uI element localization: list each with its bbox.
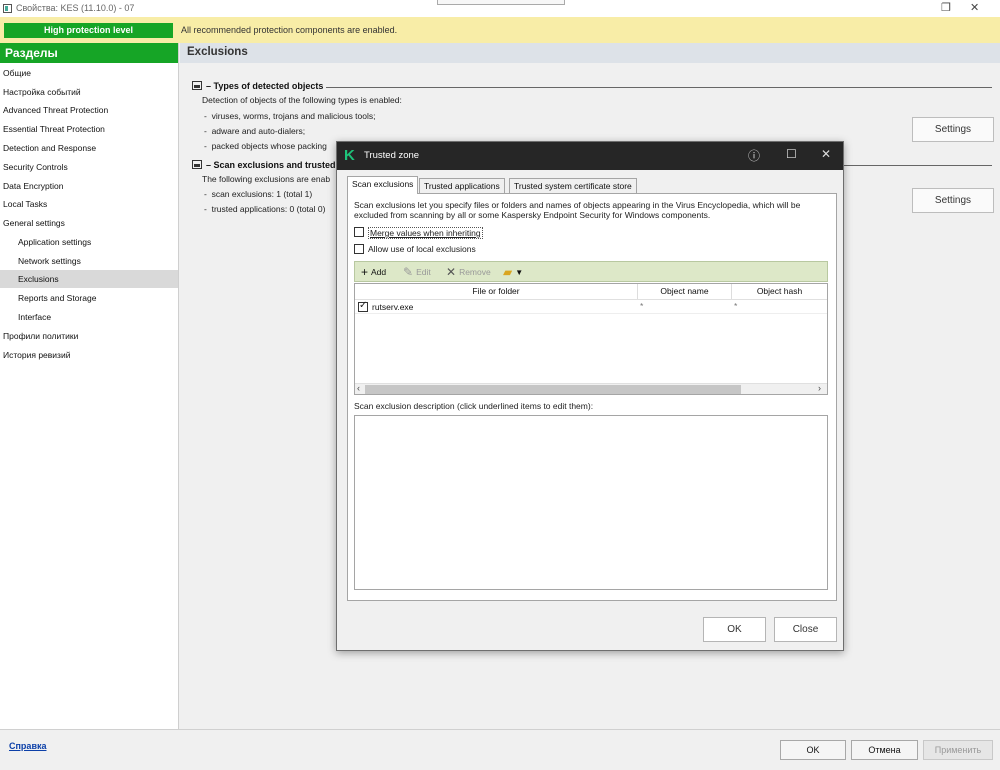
- detected-objects-settings-button[interactable]: Settings: [912, 117, 994, 142]
- sidebar-item-event-settings[interactable]: Настройка событий: [0, 83, 178, 101]
- tab-trusted-certificate-store[interactable]: Trusted system certificate store: [509, 178, 637, 194]
- merge-values-label[interactable]: Merge values when inheriting: [368, 227, 483, 239]
- remove-x-icon: ✕: [446, 265, 457, 279]
- exclusion-description-box: [354, 415, 828, 590]
- section-divider: [842, 165, 992, 166]
- merge-values-checkbox[interactable]: [354, 227, 364, 237]
- ok-button[interactable]: OK: [780, 740, 846, 760]
- tab-scan-exclusions[interactable]: Scan exclusions: [347, 176, 419, 194]
- bottom-bar: Справка OK Отмена Применить: [0, 729, 1000, 770]
- detected-objects-item: - adware and auto-dialers;: [204, 126, 306, 136]
- section-scan-exclusions-title[interactable]: – Scan exclusions and trusted a: [192, 160, 343, 170]
- pencil-icon: ✎: [403, 265, 414, 279]
- add-button[interactable]: + Add: [361, 265, 386, 279]
- status-message: All recommended protection components ar…: [181, 25, 398, 35]
- close-icon[interactable]: ✕: [970, 1, 979, 14]
- collapse-icon[interactable]: [192, 81, 202, 90]
- restore-icon[interactable]: ❐: [941, 1, 951, 14]
- plus-icon: +: [361, 265, 369, 279]
- scan-exclusions-description: Scan exclusions let you specify files or…: [354, 200, 801, 220]
- section-detected-objects-label: – Types of detected objects: [206, 81, 324, 91]
- section-detected-objects-title[interactable]: – Types of detected objects: [192, 81, 323, 91]
- apply-button[interactable]: Применить: [923, 740, 993, 760]
- title-tab-stub: [437, 0, 565, 5]
- dialog-title: Trusted zone: [364, 150, 420, 161]
- window-title: Свойства: KES (11.10.0) - 07: [16, 3, 135, 13]
- detected-objects-item: - packed objects whose packing: [204, 141, 327, 151]
- sidebar-item-application-settings[interactable]: Application settings: [0, 233, 178, 251]
- folder-menu-button[interactable]: ▰ ▼: [503, 265, 523, 279]
- detected-objects-item: - viruses, worms, trojans and malicious …: [204, 111, 376, 121]
- sidebar-header: Разделы: [0, 43, 178, 63]
- sidebar-item-revision-history[interactable]: История ревизий: [0, 346, 178, 364]
- column-header-object-hash[interactable]: Object hash: [732, 284, 827, 299]
- trusted-zone-dialog: K Trusted zone ⓘ ☐ ✕ Scan exclusions Tru…: [336, 141, 844, 651]
- scroll-left-icon[interactable]: ‹: [357, 383, 360, 393]
- protection-level-badge: High protection level: [4, 23, 173, 38]
- dialog-close-button[interactable]: Close: [774, 617, 837, 642]
- status-banner: High protection level All recommended pr…: [0, 17, 1000, 43]
- section-scan-exclusions-label: – Scan exclusions and trusted a: [206, 160, 344, 170]
- kaspersky-logo-icon: K: [344, 147, 355, 164]
- detected-objects-intro: Detection of objects of the following ty…: [202, 95, 402, 105]
- page-title: Exclusions: [180, 43, 1000, 63]
- sidebar-item-security-controls[interactable]: Security Controls: [0, 158, 178, 176]
- column-header-object-name[interactable]: Object name: [638, 284, 732, 299]
- allow-local-exclusions-checkbox[interactable]: [354, 244, 364, 254]
- cancel-button[interactable]: Отмена: [851, 740, 918, 760]
- row-enabled-checkbox[interactable]: [358, 300, 368, 312]
- exclusions-table: File or folder Object name Object hash r…: [354, 283, 828, 395]
- exclusions-toolbar: + Add ✎ Edit ✕ Remove ▰ ▼: [354, 261, 828, 282]
- close-icon[interactable]: ✕: [821, 147, 831, 161]
- horizontal-scrollbar[interactable]: ‹ ›: [355, 383, 827, 394]
- help-link[interactable]: Справка: [9, 741, 46, 751]
- scan-exclusions-settings-button[interactable]: Settings: [912, 188, 994, 213]
- row-object-name: *: [640, 301, 644, 311]
- window-titlebar: Свойства: KES (11.10.0) - 07 ❐ ✕: [0, 0, 1000, 17]
- scan-exclusions-count: - scan exclusions: 1 (total 1): [204, 189, 313, 199]
- table-row[interactable]: rutserv.exe * *: [355, 300, 827, 314]
- scan-exclusions-intro: The following exclusions are enab: [202, 174, 331, 184]
- sidebar-item-general-settings[interactable]: General settings: [0, 214, 178, 232]
- chevron-down-icon: ▼: [515, 268, 524, 277]
- sidebar-item-data-encryption[interactable]: Data Encryption: [0, 177, 178, 195]
- maximize-icon[interactable]: ☐: [786, 147, 797, 161]
- sidebar-item-exclusions[interactable]: Exclusions: [0, 270, 178, 288]
- sidebar-item-essential-threat-protection[interactable]: Essential Threat Protection: [0, 120, 178, 138]
- row-object-hash: *: [734, 301, 738, 311]
- folder-icon: ▰: [503, 265, 513, 279]
- help-icon[interactable]: ⓘ: [748, 147, 760, 164]
- allow-local-exclusions-label: Allow use of local exclusions: [368, 244, 476, 254]
- section-divider: [326, 87, 992, 88]
- scroll-right-icon[interactable]: ›: [818, 383, 821, 393]
- sidebar-item-general[interactable]: Общие: [0, 64, 178, 82]
- tab-trusted-applications[interactable]: Trusted applications: [419, 178, 505, 194]
- remove-button[interactable]: ✕ Remove: [446, 265, 491, 279]
- app-window-icon: [3, 4, 12, 13]
- sidebar-item-local-tasks[interactable]: Local Tasks: [0, 195, 178, 213]
- sidebar-item-policy-profiles[interactable]: Профили политики: [0, 327, 178, 345]
- edit-button[interactable]: ✎ Edit: [403, 265, 431, 279]
- sidebar-item-detection-response[interactable]: Detection and Response: [0, 139, 178, 157]
- scan-exclusions-panel: Scan exclusions let you specify files or…: [347, 193, 837, 601]
- sections-sidebar: Разделы Общие Настройка событий Advanced…: [0, 43, 179, 729]
- trusted-applications-count: - trusted applications: 0 (total 0): [204, 204, 326, 214]
- sidebar-item-network-settings[interactable]: Network settings: [0, 252, 178, 270]
- description-label: Scan exclusion description (click underl…: [354, 401, 594, 411]
- dialog-ok-button[interactable]: OK: [703, 617, 766, 642]
- column-header-file[interactable]: File or folder: [355, 284, 638, 299]
- row-file: rutserv.exe: [372, 302, 414, 312]
- dialog-titlebar: K Trusted zone ⓘ ☐ ✕: [337, 142, 843, 170]
- collapse-icon[interactable]: [192, 160, 202, 169]
- sidebar-item-advanced-threat-protection[interactable]: Advanced Threat Protection: [0, 101, 178, 119]
- sidebar-item-reports-storage[interactable]: Reports and Storage: [0, 289, 178, 307]
- sidebar-item-interface[interactable]: Interface: [0, 308, 178, 326]
- scrollbar-thumb[interactable]: [365, 385, 741, 394]
